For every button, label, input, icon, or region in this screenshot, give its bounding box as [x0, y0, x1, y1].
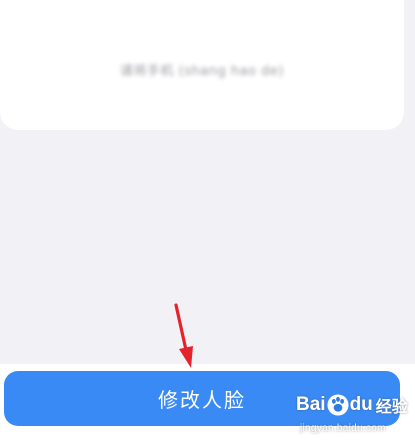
content-card: 请将手机 (shang hao de): [0, 0, 404, 130]
blurred-caption: 请将手机 (shang hao de): [120, 64, 284, 79]
modify-face-button[interactable]: 修改人脸: [4, 371, 400, 426]
